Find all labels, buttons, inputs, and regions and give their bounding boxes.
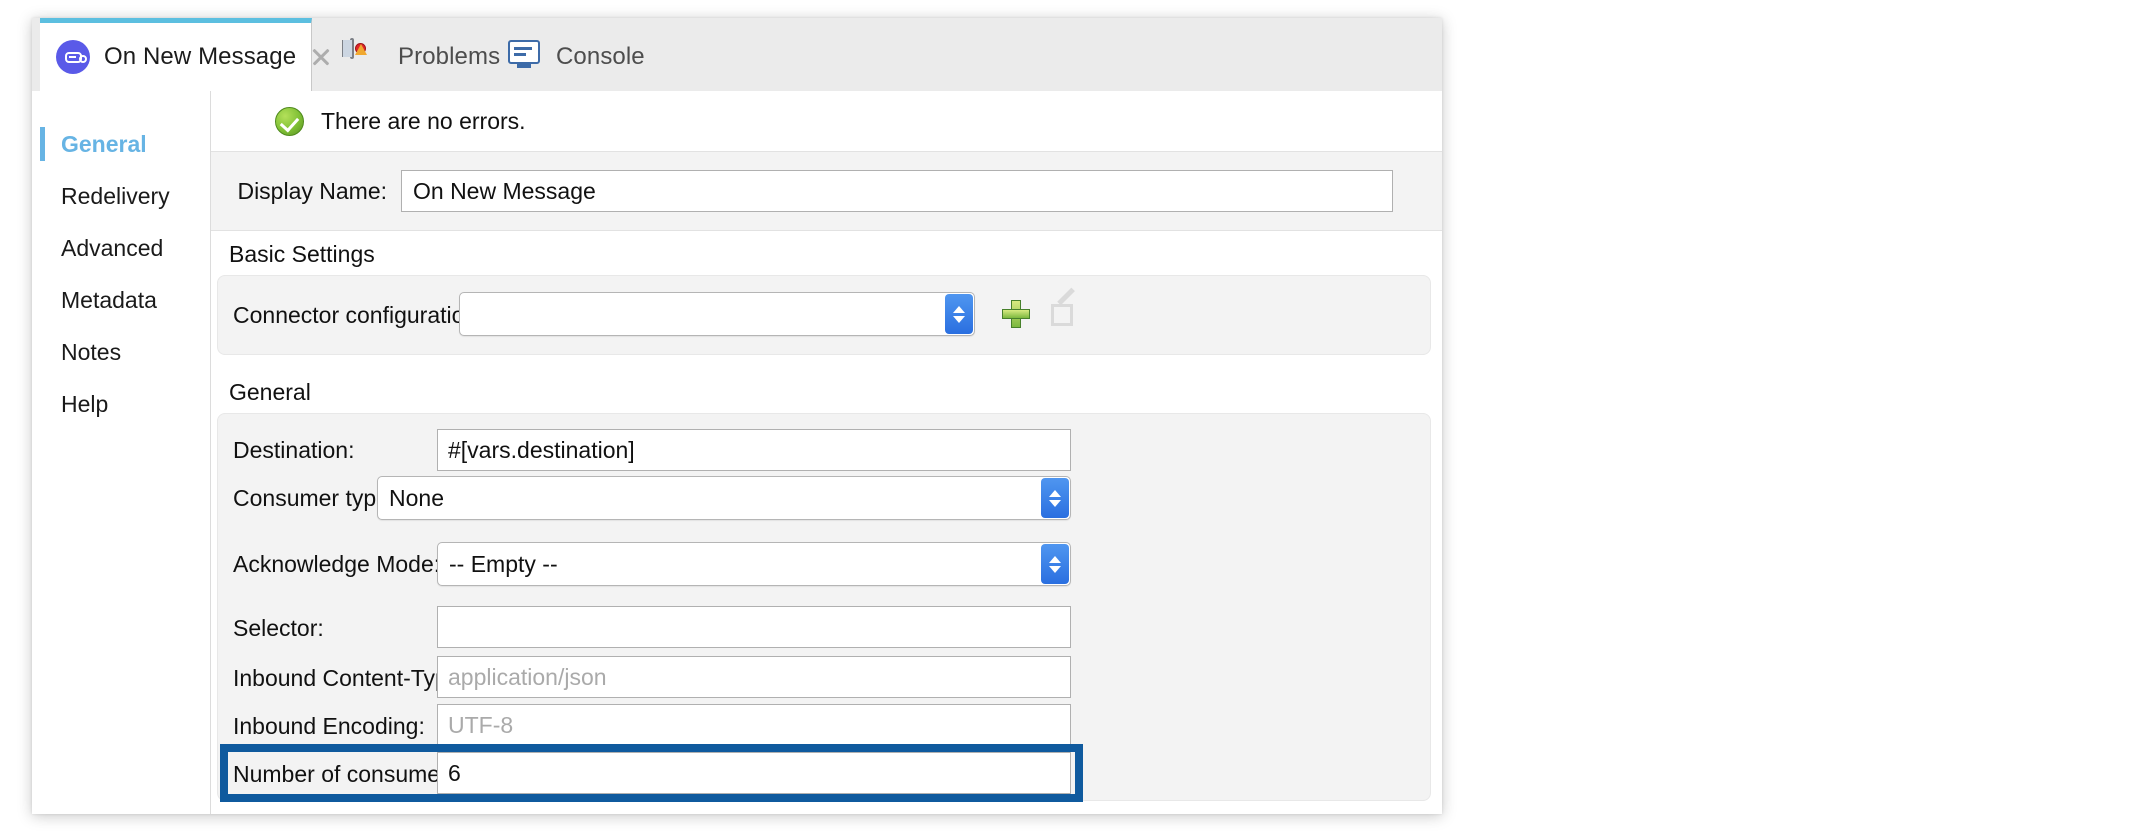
- connector-configuration-select[interactable]: [459, 292, 975, 336]
- chevron-updown-icon[interactable]: [945, 294, 973, 334]
- display-name-row: Display Name: On New Message: [211, 151, 1442, 231]
- properties-sidebar: General Redelivery Advanced Metadata Not…: [32, 91, 211, 814]
- general-section-title: General: [229, 379, 311, 405]
- display-name-label: Display Name:: [237, 177, 387, 204]
- chevron-updown-icon[interactable]: [1041, 478, 1069, 518]
- sidebar-item-advanced[interactable]: Advanced: [32, 222, 210, 274]
- close-icon[interactable]: [310, 46, 332, 68]
- chevron-updown-icon[interactable]: [1041, 544, 1069, 584]
- connector-properties-panel: On New Message Problems Console General …: [32, 18, 1442, 814]
- consumer-type-value: None: [389, 484, 444, 511]
- selector-row: Selector:: [233, 606, 324, 650]
- connector-configuration-row: Connector configuration:: [233, 293, 484, 337]
- editor-tab-bar: On New Message Problems Console: [32, 18, 1442, 92]
- sidebar-item-metadata[interactable]: Metadata: [32, 274, 210, 326]
- sidebar-item-general[interactable]: General: [32, 118, 210, 170]
- destination-row: Destination:: [233, 428, 354, 472]
- sidebar-item-label: Advanced: [61, 234, 164, 261]
- selector-label: Selector:: [233, 614, 324, 641]
- message-bubble-icon: [56, 40, 90, 74]
- consumer-type-row: Consumer type: [233, 476, 389, 520]
- validation-status-text: There are no errors.: [321, 107, 526, 134]
- basic-settings-title: Basic Settings: [229, 241, 375, 267]
- destination-label: Destination:: [233, 436, 355, 463]
- add-icon[interactable]: [1002, 300, 1030, 328]
- inbound-content-type-input[interactable]: application/json: [437, 656, 1071, 698]
- display-name-input[interactable]: On New Message: [401, 170, 1393, 212]
- properties-content: There are no errors. Display Name: On Ne…: [211, 91, 1442, 814]
- console-monitor-icon: [508, 40, 542, 74]
- sidebar-item-label: Notes: [61, 338, 122, 365]
- acknowledge-mode-value: -- Empty --: [449, 550, 558, 577]
- sidebar-item-help[interactable]: Help: [32, 378, 210, 430]
- number-of-consumers-row: Number of consumers:: [233, 752, 466, 796]
- sidebar-item-label: Metadata: [61, 286, 157, 313]
- tab-label: On New Message: [104, 43, 297, 70]
- tab-label: Console: [556, 43, 645, 70]
- sidebar-item-label: General: [61, 130, 147, 157]
- inbound-encoding-label: Inbound Encoding:: [233, 712, 425, 739]
- inbound-content-type-label: Inbound Content-Type:: [233, 664, 467, 691]
- number-of-consumers-label: Number of consumers:: [233, 760, 466, 787]
- sidebar-item-label: Help: [61, 390, 109, 417]
- sidebar-item-notes[interactable]: Notes: [32, 326, 210, 378]
- consumer-type-select[interactable]: None: [377, 476, 1071, 520]
- editor-body: General Redelivery Advanced Metadata Not…: [32, 91, 1442, 814]
- tab-console[interactable]: Console: [492, 18, 659, 91]
- destination-input[interactable]: #[vars.destination]: [437, 429, 1071, 471]
- inbound-encoding-row: Inbound Encoding:: [233, 704, 425, 748]
- acknowledge-mode-row: Acknowledge Mode:: [233, 542, 440, 586]
- inbound-encoding-input[interactable]: UTF-8: [437, 704, 1071, 746]
- tab-label: Problems: [398, 43, 501, 70]
- tab-on-new-message[interactable]: On New Message: [40, 18, 312, 91]
- sidebar-item-redelivery[interactable]: Redelivery: [32, 170, 210, 222]
- general-group: Destination: #[vars.destination] Consume…: [217, 413, 1431, 802]
- problems-page-icon: [342, 38, 384, 74]
- acknowledge-mode-label: Acknowledge Mode:: [233, 550, 441, 577]
- number-of-consumers-input[interactable]: 6: [437, 752, 1071, 794]
- sidebar-item-label: Redelivery: [61, 182, 170, 209]
- tab-problems[interactable]: Problems: [334, 18, 514, 91]
- basic-settings-group: Connector configuration:: [217, 275, 1431, 355]
- acknowledge-mode-select[interactable]: -- Empty --: [437, 542, 1071, 586]
- connector-configuration-label: Connector configuration:: [233, 301, 484, 328]
- app-root: On New Message Problems Console General …: [0, 0, 2142, 832]
- selector-input[interactable]: [437, 606, 1071, 648]
- validation-status: There are no errors.: [211, 91, 1442, 151]
- green-check-icon: [275, 106, 304, 136]
- edit-icon: [1051, 287, 1079, 328]
- consumer-type-label: Consumer type: [233, 484, 389, 511]
